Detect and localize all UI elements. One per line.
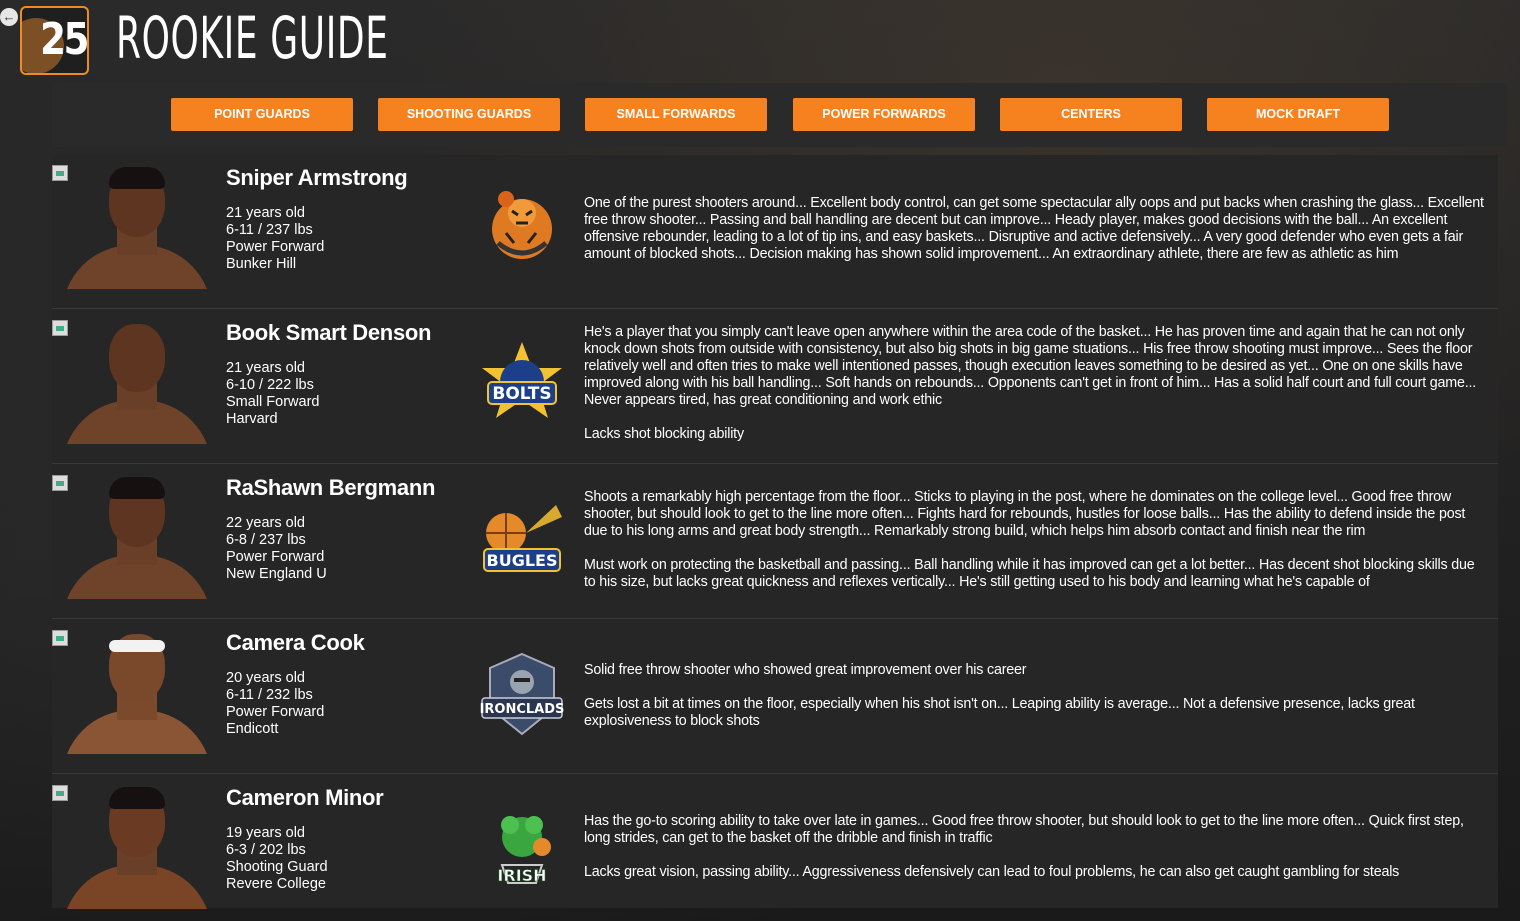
player-list: Sniper Armstrong 21 years old 6-11 / 237… (52, 155, 1498, 909)
point-guards-button[interactable]: POINT GUARDS (171, 98, 353, 131)
player-position: Power Forward (226, 704, 325, 720)
player-position: Power Forward (226, 549, 325, 565)
svg-text:IRISH: IRISH (497, 866, 546, 885)
player-position: Shooting Guard (226, 859, 328, 875)
player-age: 20 years old (226, 670, 305, 686)
scouting-report: Solid free throw shooter who showed grea… (584, 662, 1489, 730)
small-forwards-button[interactable]: SMALL FORWARDS (585, 98, 767, 131)
player-info: 22 years old 6-8 / 237 lbs Power Forward… (226, 515, 327, 583)
player-age: 22 years old (226, 515, 305, 531)
mock-draft-button[interactable]: MOCK DRAFT (1207, 98, 1389, 131)
shooting-guards-button[interactable]: SHOOTING GUARDS (378, 98, 560, 131)
report-paragraph: Lacks great vision, passing ability... A… (584, 864, 1400, 880)
player-row[interactable]: RaShawn Bergmann 22 years old 6-8 / 237 … (52, 465, 1498, 619)
player-portrait (62, 163, 212, 289)
player-info: 21 years old 6-10 / 222 lbs Small Forwar… (226, 360, 319, 428)
report-paragraph: Lacks shot blocking ability (584, 426, 744, 442)
position-nav: POINT GUARDS SHOOTING GUARDS SMALL FORWA… (52, 83, 1507, 147)
player-college: Harvard (226, 411, 278, 427)
scouting-report: Shoots a remarkably high percentage from… (584, 489, 1489, 591)
svg-text:IRONCLADS: IRONCLADS (480, 702, 565, 717)
player-portrait (62, 628, 212, 754)
power-forwards-button[interactable]: POWER FORWARDS (793, 98, 975, 131)
bugles-logo-icon: BUGLES (483, 505, 562, 572)
page-title: ROOKIE GUIDE (116, 4, 389, 72)
report-paragraph: Shoots a remarkably high percentage from… (584, 489, 1466, 539)
player-portrait (62, 473, 212, 599)
game-logo: 25 (20, 6, 89, 75)
centers-button[interactable]: CENTERS (1000, 98, 1182, 131)
svg-text:BUGLES: BUGLES (487, 551, 558, 570)
report-paragraph: He's a player that you simply can't leav… (584, 324, 1477, 408)
player-age: 21 years old (226, 360, 305, 376)
bolts-logo-icon: BOLTS (482, 342, 562, 418)
player-portrait (62, 783, 212, 909)
player-name[interactable]: Book Smart Denson (226, 320, 431, 346)
player-size: 6-8 / 237 lbs (226, 532, 306, 548)
back-arrow-icon[interactable]: ← (0, 8, 18, 26)
svg-text:BOLTS: BOLTS (492, 384, 551, 404)
irish-logo-icon: IRISH (497, 816, 551, 885)
logo-number: 25 (40, 14, 87, 65)
player-info: 19 years old 6-3 / 202 lbs Shooting Guar… (226, 825, 328, 893)
player-name[interactable]: Camera Cook (226, 630, 365, 656)
player-age: 19 years old (226, 825, 305, 841)
scouting-report: Has the go-to scoring ability to take ov… (584, 813, 1489, 881)
player-name[interactable]: RaShawn Bergmann (226, 475, 435, 501)
player-position: Small Forward (226, 394, 320, 410)
player-college: New England U (226, 566, 327, 582)
player-portrait (62, 318, 212, 444)
player-info: 20 years old 6-11 / 232 lbs Power Forwar… (226, 670, 324, 738)
ironclads-logo-icon: IRONCLADS (480, 652, 565, 736)
player-row[interactable]: Cameron Minor 19 years old 6-3 / 202 lbs… (52, 775, 1498, 909)
player-row[interactable]: Sniper Armstrong 21 years old 6-11 / 237… (52, 155, 1498, 309)
player-college: Endicott (226, 721, 279, 737)
report-paragraph: Has the go-to scoring ability to take ov… (584, 813, 1464, 846)
player-info: 21 years old 6-11 / 237 lbs Power Forwar… (226, 205, 324, 273)
scouting-report: One of the purest shooters around... Exc… (584, 195, 1489, 263)
player-size: 6-11 / 237 lbs (226, 222, 313, 238)
player-row[interactable]: Camera Cook 20 years old 6-11 / 232 lbs … (52, 620, 1498, 774)
report-paragraph: Must work on protecting the basketball a… (584, 557, 1475, 590)
headband (109, 640, 165, 652)
report-paragraph: Gets lost a bit at times on the floor, e… (584, 696, 1415, 729)
player-size: 6-3 / 202 lbs (226, 842, 306, 858)
scouting-report: He's a player that you simply can't leav… (584, 324, 1489, 443)
player-size: 6-11 / 232 lbs (226, 687, 313, 703)
tiger-mascot-icon (492, 191, 552, 259)
report-paragraph: Solid free throw shooter who showed grea… (584, 662, 1027, 678)
player-college: Bunker Hill (226, 256, 297, 272)
player-row[interactable]: Book Smart Denson 21 years old 6-10 / 22… (52, 310, 1498, 464)
report-paragraph: One of the purest shooters around... Exc… (584, 195, 1484, 262)
player-name[interactable]: Sniper Armstrong (226, 165, 408, 191)
player-name[interactable]: Cameron Minor (226, 785, 384, 811)
player-size: 6-10 / 222 lbs (226, 377, 314, 393)
player-position: Power Forward (226, 239, 325, 255)
player-age: 21 years old (226, 205, 305, 221)
player-college: Revere College (226, 876, 326, 892)
